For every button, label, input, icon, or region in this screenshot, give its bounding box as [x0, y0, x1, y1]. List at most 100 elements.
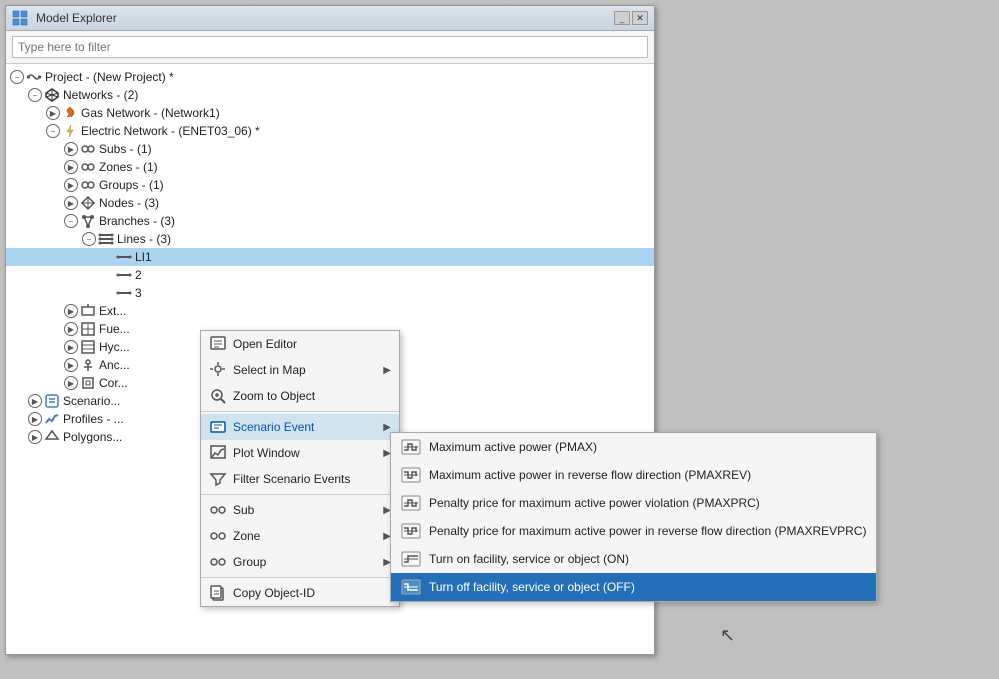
tree-item-electric-network[interactable]: − Electric Network - (ENET03_06) * — [6, 122, 654, 140]
menu-zoom-object[interactable]: Zoom to Object — [201, 383, 399, 409]
group-label: Group — [233, 555, 377, 569]
tree-item-gas-network[interactable]: ▶ Gas Network - (Network1) — [6, 104, 654, 122]
menu-group[interactable]: Group ▶ — [201, 549, 399, 575]
expand-project[interactable]: − — [10, 70, 24, 84]
expand-gas[interactable]: ▶ — [46, 106, 60, 120]
subs-icon — [80, 141, 96, 157]
expand-electric[interactable]: − — [46, 124, 60, 138]
group-icon — [209, 553, 227, 571]
groups-icon — [80, 177, 96, 193]
expand-anc[interactable]: ▶ — [64, 358, 78, 372]
minimize-button[interactable]: _ — [614, 11, 630, 25]
expand-hyc[interactable]: ▶ — [64, 340, 78, 354]
menu-filter-events[interactable]: Filter Scenario Events — [201, 466, 399, 492]
title-bar-left: Model Explorer — [12, 10, 117, 26]
close-button[interactable]: ✕ — [632, 11, 648, 25]
profiles-label: Profiles - ... — [63, 412, 124, 426]
project-label: Project - (New Project) * — [45, 70, 174, 84]
scenario-event-icon — [209, 418, 227, 436]
expand-profiles[interactable]: ▶ — [28, 412, 42, 426]
expand-zones[interactable]: ▶ — [64, 160, 78, 174]
zoom-object-icon — [209, 387, 227, 405]
subs-label: Subs - (1) — [99, 142, 152, 156]
zones-icon — [80, 159, 96, 175]
tree-item-networks[interactable]: − Networks - (2) — [6, 86, 654, 104]
scenario-event-submenu: Maximum active power (PMAX) Maximum acti… — [390, 432, 877, 602]
pmax-label: Maximum active power (PMAX) — [429, 440, 597, 454]
submenu-pmaxprc[interactable]: Penalty price for maximum active power v… — [391, 489, 876, 517]
select-map-arrow: ▶ — [383, 365, 391, 376]
on-icon — [401, 549, 421, 569]
submenu-off[interactable]: Turn off facility, service or object (OF… — [391, 573, 876, 601]
title-bar: Model Explorer _ ✕ — [6, 6, 654, 31]
expand-lines[interactable]: − — [82, 232, 96, 246]
menu-open-editor[interactable]: Open Editor — [201, 331, 399, 357]
submenu-pmaxrevprc[interactable]: Penalty price for maximum active power i… — [391, 517, 876, 545]
networks-label: Networks - (2) — [63, 88, 138, 102]
expand-subs[interactable]: ▶ — [64, 142, 78, 156]
submenu-on[interactable]: Turn on facility, service or object (ON) — [391, 545, 876, 573]
filter-input[interactable] — [12, 36, 648, 58]
filter-events-label: Filter Scenario Events — [233, 472, 391, 486]
expand-cor[interactable]: ▶ — [64, 376, 78, 390]
tree-item-lines[interactable]: − Lines - (3) — [6, 230, 654, 248]
menu-zone[interactable]: Zone ▶ — [201, 523, 399, 549]
line2-icon — [116, 267, 132, 283]
pmaxprc-icon — [401, 493, 421, 513]
zoom-object-label: Zoom to Object — [233, 389, 391, 403]
expand-nodes[interactable]: ▶ — [64, 196, 78, 210]
expand-networks[interactable]: − — [28, 88, 42, 102]
menu-copy-id[interactable]: Copy Object-ID — [201, 580, 399, 606]
tree-item-line3[interactable]: 3 — [6, 284, 654, 302]
pmaxrevprc-icon — [401, 521, 421, 541]
expand-polygons[interactable]: ▶ — [28, 430, 42, 444]
expand-scenario[interactable]: ▶ — [28, 394, 42, 408]
menu-select-map[interactable]: Select in Map ▶ — [201, 357, 399, 383]
expand-ext[interactable]: ▶ — [64, 304, 78, 318]
pmaxprc-label: Penalty price for maximum active power v… — [429, 496, 760, 510]
anc-icon — [80, 357, 96, 373]
tree-item-ext[interactable]: ▶ Ext... — [6, 302, 654, 320]
scenario-icon — [44, 393, 60, 409]
window-controls: _ ✕ — [614, 11, 648, 25]
tree-item-branches[interactable]: − Branches - (3) — [6, 212, 654, 230]
fue-label: Fue... — [99, 322, 130, 336]
polygons-label: Polygons... — [63, 430, 122, 444]
window-title: Model Explorer — [36, 11, 117, 25]
project-icon — [26, 69, 42, 85]
expand-branches[interactable]: − — [64, 214, 78, 228]
menu-scenario-event[interactable]: Scenario Event ▶ — [201, 414, 399, 440]
zones-label: Zones - (1) — [99, 160, 158, 174]
submenu-pmax[interactable]: Maximum active power (PMAX) — [391, 433, 876, 461]
menu-plot-window[interactable]: Plot Window ▶ — [201, 440, 399, 466]
open-editor-icon — [209, 335, 227, 353]
networks-icon — [44, 87, 60, 103]
gas-icon — [62, 105, 78, 121]
line1-icon — [116, 249, 132, 265]
tree-item-project[interactable]: − Project - (New Project) * — [6, 68, 654, 86]
ext-icon — [80, 303, 96, 319]
tree-item-nodes[interactable]: ▶ Nodes - (3) — [6, 194, 654, 212]
plot-window-icon — [209, 444, 227, 462]
tree-item-zones[interactable]: ▶ Zones - (1) — [6, 158, 654, 176]
pmaxrev-icon — [401, 465, 421, 485]
profiles-icon — [44, 411, 60, 427]
nodes-icon — [80, 195, 96, 211]
electric-icon — [62, 123, 78, 139]
expand-groups[interactable]: ▶ — [64, 178, 78, 192]
copy-id-label: Copy Object-ID — [233, 586, 391, 600]
open-editor-label: Open Editor — [233, 337, 391, 351]
gas-network-label: Gas Network - (Network1) — [81, 106, 220, 120]
submenu-pmaxrev[interactable]: Maximum active power in reverse flow dir… — [391, 461, 876, 489]
tree-item-line2[interactable]: 2 — [6, 266, 654, 284]
tree-item-groups[interactable]: ▶ Groups - (1) — [6, 176, 654, 194]
groups-label: Groups - (1) — [99, 178, 164, 192]
zone-label: Zone — [233, 529, 377, 543]
expand-fue[interactable]: ▶ — [64, 322, 78, 336]
tree-item-subs[interactable]: ▶ Subs - (1) — [6, 140, 654, 158]
polygons-icon — [44, 429, 60, 445]
branches-label: Branches - (3) — [99, 214, 175, 228]
tree-item-line1[interactable]: LI1 — [6, 248, 654, 266]
cursor-indicator: ↖ — [720, 625, 899, 659]
menu-sub[interactable]: Sub ▶ — [201, 497, 399, 523]
